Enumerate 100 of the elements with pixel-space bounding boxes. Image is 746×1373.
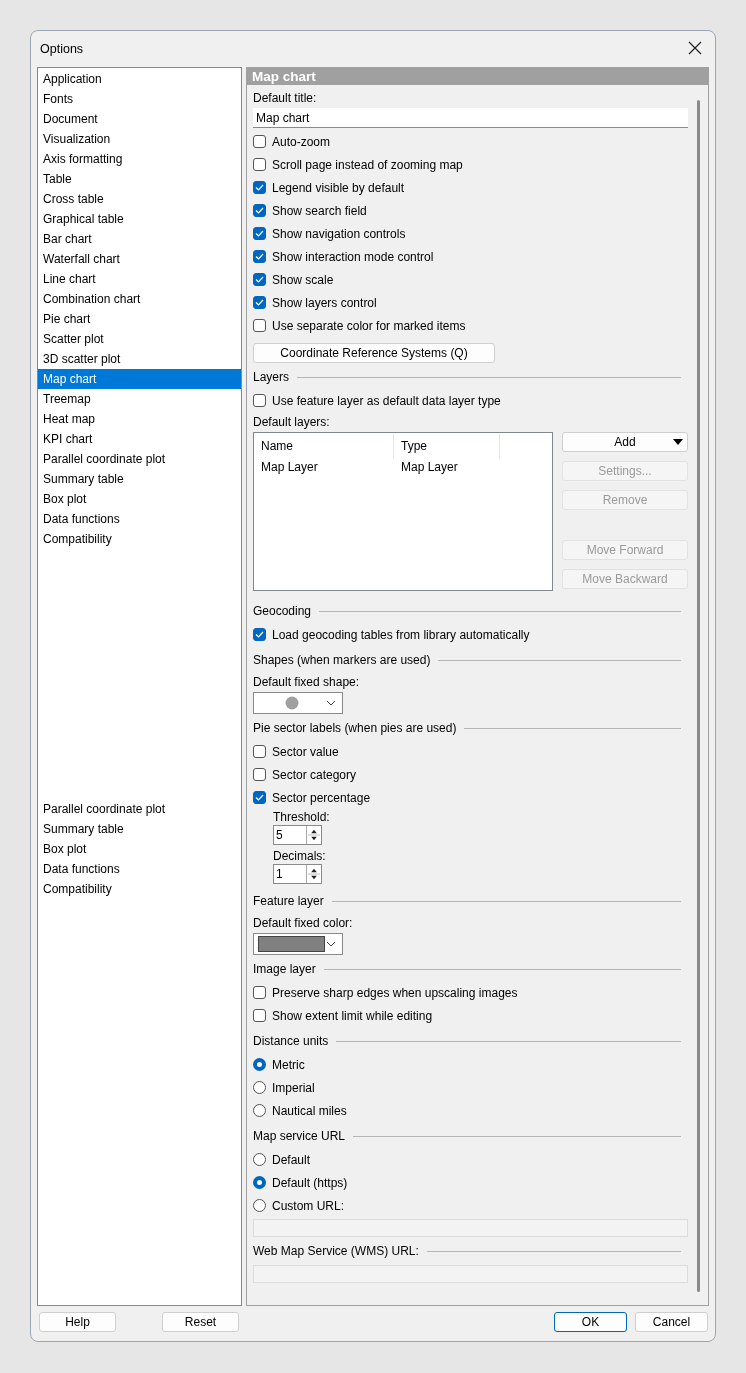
category-item[interactable]: Application <box>38 69 241 89</box>
color-dropdown[interactable] <box>253 933 343 955</box>
table-cell-text: Map Layer <box>400 459 459 476</box>
category-item[interactable]: 3D scatter plot <box>38 349 241 369</box>
category-item[interactable]: Map chart <box>38 369 241 389</box>
checkbox-label: Legend visible by default <box>272 180 405 195</box>
caret-icon <box>673 439 683 445</box>
checkbox[interactable] <box>253 768 266 781</box>
checkbox[interactable] <box>253 986 266 999</box>
checkbox-label: Use feature layer as default data layer type <box>272 393 501 408</box>
checkbox[interactable] <box>253 158 266 171</box>
category-item[interactable]: Graphical table <box>38 209 241 229</box>
checkbox[interactable] <box>253 250 266 263</box>
checkbox[interactable] <box>253 319 266 332</box>
field-label: Default layers: <box>253 414 331 431</box>
group-title: Pie sector labels (when pies are used) <box>253 721 457 735</box>
number-spinner[interactable]: 1 <box>273 864 322 884</box>
layer-button[interactable]: Add <box>562 432 688 452</box>
field-label: Default title: <box>253 90 318 107</box>
category-item[interactable]: Summary table <box>38 819 241 839</box>
category-item[interactable]: Parallel coordinate plot <box>38 799 241 819</box>
category-item[interactable]: Treemap <box>38 389 241 409</box>
table-cell-text: Map Layer <box>260 459 319 476</box>
checkbox[interactable] <box>253 204 266 217</box>
checkbox-label: Use separate color for marked items <box>272 318 466 333</box>
checkbox[interactable] <box>253 791 266 804</box>
category-item[interactable]: Pie chart <box>38 309 241 329</box>
column-header[interactable]: Type <box>394 434 500 459</box>
footer-button[interactable]: OK <box>554 1312 627 1332</box>
group-title: Web Map Service (WMS) URL: <box>253 1244 419 1258</box>
category-item[interactable]: Line chart <box>38 269 241 289</box>
radio-button[interactable] <box>253 1081 266 1094</box>
column-header[interactable]: Name <box>254 434 394 459</box>
checkbox[interactable] <box>253 1009 266 1022</box>
category-item[interactable]: Compatibility <box>38 879 241 899</box>
checkbox[interactable] <box>253 135 266 148</box>
shape-dropdown[interactable] <box>253 692 343 714</box>
checkbox-label: Show scale <box>272 272 334 287</box>
chevron-down-icon <box>326 941 336 947</box>
category-item[interactable]: Box plot <box>38 839 241 859</box>
field-label: Default fixed color: <box>253 915 354 932</box>
radio-label: Default <box>272 1152 311 1167</box>
category-item[interactable]: Document <box>38 109 241 129</box>
radio-button[interactable] <box>253 1199 266 1212</box>
category-item[interactable]: Scatter plot <box>38 329 241 349</box>
category-item[interactable]: Data functions <box>38 509 241 529</box>
group-title: Shapes (when markers are used) <box>253 653 431 667</box>
category-item[interactable]: Data functions <box>38 859 241 879</box>
footer-button[interactable]: Help <box>39 1312 116 1332</box>
radio-button[interactable] <box>253 1104 266 1117</box>
checkbox-label: Show interaction mode control <box>272 249 434 264</box>
footer-button[interactable]: Cancel <box>635 1312 708 1332</box>
category-item[interactable]: Combination chart <box>38 289 241 309</box>
checkbox-label: Show layers control <box>272 295 377 310</box>
checkbox-label: Auto-zoom <box>272 134 331 149</box>
checkbox[interactable] <box>253 181 266 194</box>
category-item[interactable]: Heat map <box>38 409 241 429</box>
close-icon <box>688 41 702 55</box>
checkbox[interactable] <box>253 745 266 758</box>
spin-arrows-icon[interactable] <box>306 865 321 883</box>
field-label: Decimals: <box>272 848 327 864</box>
checkbox-label: Show navigation controls <box>272 226 406 241</box>
title-field[interactable]: Map chart <box>253 108 688 128</box>
radio-button[interactable] <box>253 1153 266 1166</box>
group-title: Layers <box>253 370 290 384</box>
category-item[interactable]: Visualization <box>38 129 241 149</box>
checkbox[interactable] <box>253 394 266 407</box>
spin-arrows-icon[interactable] <box>306 826 321 844</box>
checkbox[interactable] <box>253 273 266 286</box>
category-item[interactable]: Summary table <box>38 469 241 489</box>
radio-label: Default (https) <box>272 1175 348 1190</box>
checkbox-label: Show search field <box>272 203 367 218</box>
category-item[interactable]: Box plot <box>38 489 241 509</box>
category-item[interactable]: Cross table <box>38 189 241 209</box>
checkbox-label: Sector category <box>272 767 357 782</box>
category-item[interactable]: Compatibility <box>38 529 241 549</box>
checkbox-label: Sector percentage <box>272 790 371 805</box>
checkbox[interactable] <box>253 628 266 641</box>
checkbox[interactable] <box>253 296 266 309</box>
category-item[interactable]: Fonts <box>38 89 241 109</box>
crs-button[interactable]: Coordinate Reference Systems (Q) <box>253 343 495 363</box>
category-item[interactable]: Parallel coordinate plot <box>38 449 241 469</box>
field-label: Threshold: <box>272 809 331 825</box>
scrollbar[interactable] <box>697 100 700 1292</box>
radio-label: Imperial <box>272 1080 315 1095</box>
radio-button[interactable] <box>253 1176 266 1189</box>
footer-button[interactable]: Reset <box>162 1312 239 1332</box>
group-title: Geocoding <box>253 604 312 618</box>
category-item[interactable]: Waterfall chart <box>38 249 241 269</box>
category-item[interactable]: Axis formatting <box>38 149 241 169</box>
checkbox-label: Preserve sharp edges when upscaling images <box>272 985 518 1000</box>
field-label: Default fixed shape: <box>253 674 361 691</box>
group-title: Distance units <box>253 1034 329 1048</box>
checkbox[interactable] <box>253 227 266 240</box>
radio-button[interactable] <box>253 1058 266 1071</box>
radio-label: Nautical miles <box>272 1103 347 1118</box>
category-item[interactable]: Bar chart <box>38 229 241 249</box>
category-item[interactable]: KPI chart <box>38 429 241 449</box>
number-spinner[interactable]: 5 <box>273 825 322 845</box>
category-item[interactable]: Table <box>38 169 241 189</box>
